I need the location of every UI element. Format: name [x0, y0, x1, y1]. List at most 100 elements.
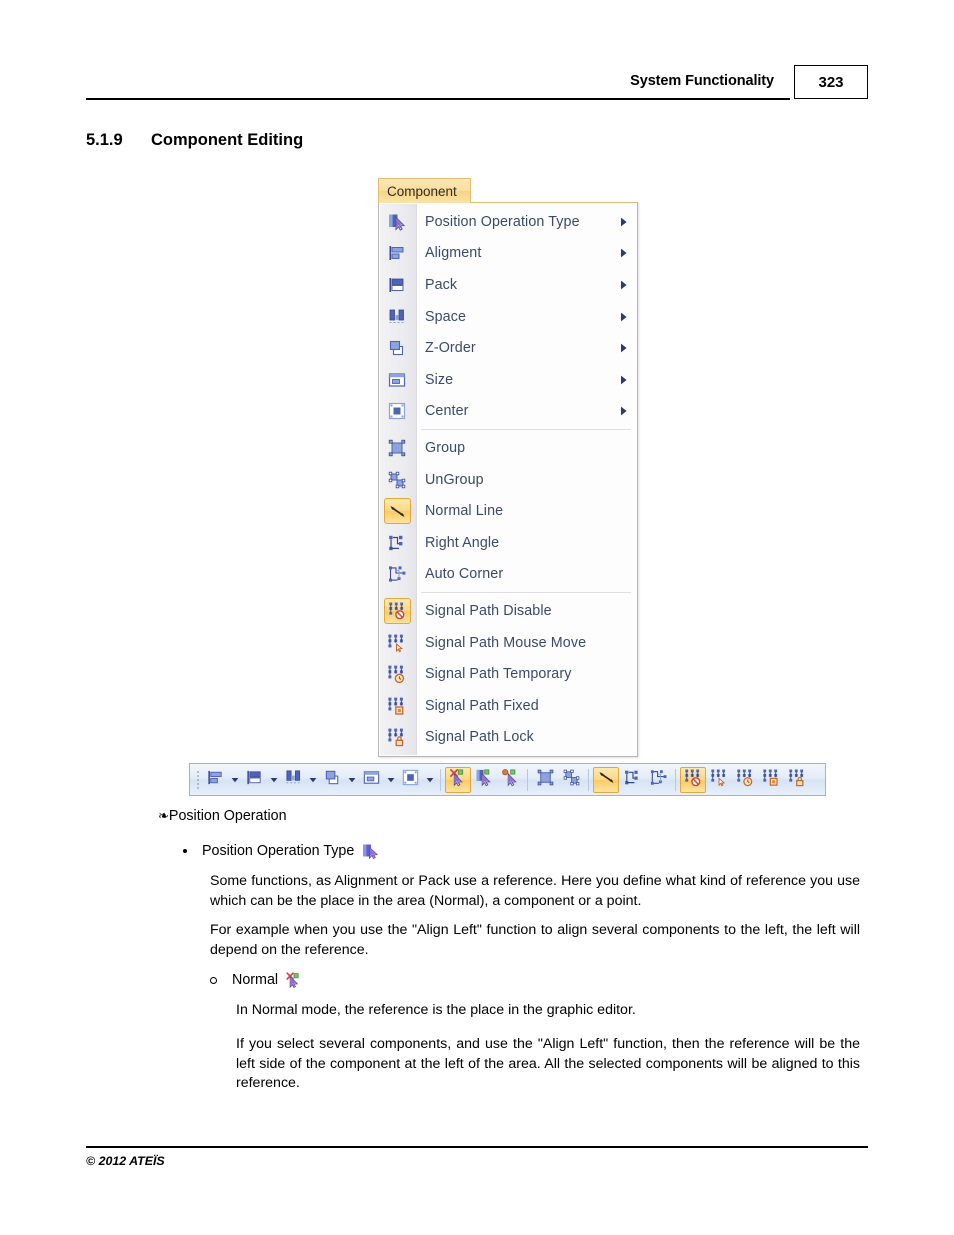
- toolbar-dropdown-arrow-icon[interactable]: [306, 767, 319, 793]
- page-number-box: 323: [794, 65, 868, 99]
- toolbar-button-position-component[interactable]: [471, 767, 497, 793]
- menu-item-label: Position Operation Type: [425, 213, 580, 230]
- auto-corner-icon: [379, 559, 415, 591]
- menu-item-group[interactable]: Group: [379, 432, 637, 464]
- section-heading: 5.1.9 Component Editing: [86, 131, 303, 150]
- menu-item-label: Space: [425, 308, 467, 325]
- submenu-arrow-icon: [611, 280, 637, 290]
- footer-divider: [86, 1146, 868, 1148]
- toolbar-button-normal-line[interactable]: [593, 766, 619, 793]
- component-menu-tab[interactable]: Component: [378, 178, 471, 203]
- component-menu-figure: Component Position Operation Type Aligmen…: [378, 178, 638, 758]
- toolbar-button-signal-path-mouse-move[interactable]: [706, 767, 732, 793]
- menu-item-auto-corner[interactable]: Auto Corner: [379, 559, 637, 591]
- menu-item-list: Position Operation Type Aligment Pack Space…: [379, 203, 637, 753]
- menu-item-label: Signal Path Disable: [425, 602, 552, 619]
- z-order-icon: [379, 332, 415, 364]
- menu-item-position-operation-type[interactable]: Position Operation Type: [379, 206, 637, 238]
- toolbar-button-pack[interactable]: [241, 767, 267, 793]
- toolbar-button-position-point[interactable]: [497, 767, 523, 793]
- submenu-arrow-icon: [611, 217, 637, 227]
- signal-path-lock-icon: [788, 768, 807, 792]
- submenu-arrow-icon: [611, 375, 637, 385]
- size-icon: [379, 364, 415, 396]
- circle-bullet-icon: [210, 976, 217, 984]
- toolbar-button-ungroup[interactable]: [558, 767, 584, 793]
- position-point-icon: [501, 768, 520, 792]
- bullet-position-operation: ❧Position Operation: [158, 808, 287, 824]
- bullet-position-operation-type-label: Position Operation Type: [202, 843, 355, 859]
- menu-item-normal-line[interactable]: Normal Line: [379, 495, 637, 527]
- menu-item-ungroup[interactable]: UnGroup: [379, 464, 637, 496]
- toolbar-separator: [675, 768, 676, 791]
- menu-item-right-angle[interactable]: Right Angle: [379, 527, 637, 559]
- menu-item-signal-path-mouse-move[interactable]: Signal Path Mouse Move: [379, 627, 637, 659]
- menu-item-pack[interactable]: Pack: [379, 269, 637, 301]
- header-divider: [86, 98, 790, 100]
- signal-path-temporary-icon: [379, 658, 415, 690]
- menu-item-label: Normal Line: [425, 503, 504, 520]
- position-normal-icon: [449, 768, 468, 792]
- toolbar-button-space[interactable]: [280, 767, 306, 793]
- center-icon: [401, 768, 420, 792]
- menu-item-signal-path-temporary[interactable]: Signal Path Temporary: [379, 658, 637, 690]
- toolbar-button-z-order[interactable]: [319, 767, 345, 793]
- menu-item-size[interactable]: Size: [379, 364, 637, 396]
- selected-icon-frame: [383, 498, 411, 525]
- menu-item-label: Right Angle: [425, 534, 500, 551]
- normal-line-icon: [379, 495, 415, 527]
- toolbar-dropdown-arrow-icon[interactable]: [384, 767, 397, 793]
- paragraph-normal-mode: In Normal mode, the reference is the pla…: [236, 1002, 636, 1018]
- toolbar-button-center[interactable]: [397, 767, 423, 793]
- menu-item-label: UnGroup: [425, 471, 484, 488]
- menu-item-signal-path-fixed[interactable]: Signal Path Fixed: [379, 690, 637, 722]
- menu-item-signal-path-lock[interactable]: Signal Path Lock: [379, 722, 637, 754]
- toolbar-grip[interactable]: [193, 769, 202, 791]
- component-menu-panel: Position Operation Type Aligment Pack Space…: [378, 202, 638, 758]
- toolbar-button-signal-path-fixed[interactable]: [758, 767, 784, 793]
- menu-item-aligment[interactable]: Aligment: [379, 238, 637, 270]
- selected-icon-frame: [383, 597, 411, 624]
- menu-item-signal-path-disable[interactable]: Signal Path Disable: [379, 595, 637, 627]
- component-menu-tab-label: Component: [387, 183, 457, 199]
- menu-item-center[interactable]: Center: [379, 396, 637, 428]
- signal-path-mouse-move-icon: [710, 768, 729, 792]
- signal-path-disable-icon: [684, 768, 703, 792]
- submenu-arrow-icon: [611, 312, 637, 322]
- menu-item-z-order[interactable]: Z-Order: [379, 332, 637, 364]
- toolbar-button-signal-path-disable[interactable]: [680, 766, 706, 793]
- toolbar-dropdown-arrow-icon[interactable]: [345, 767, 358, 793]
- group-icon: [379, 432, 415, 464]
- toolbar-dropdown-arrow-icon[interactable]: [423, 767, 436, 793]
- paragraph-example: For example when you use the "Align Left…: [210, 922, 860, 958]
- toolbar-button-signal-path-temporary[interactable]: [732, 767, 758, 793]
- component-toolbar: [189, 763, 826, 796]
- ungroup-icon: [562, 768, 581, 792]
- menu-separator: [421, 592, 631, 594]
- toolbar-dropdown-arrow-icon[interactable]: [267, 767, 280, 793]
- toolbar-button-position-normal[interactable]: [445, 766, 471, 793]
- toolbar-button-right-angle[interactable]: [619, 767, 645, 793]
- toolbar-button-size[interactable]: [358, 767, 384, 793]
- z-order-icon: [323, 768, 342, 792]
- toolbar-button-alignment[interactable]: [202, 767, 228, 793]
- page-number: 323: [818, 73, 844, 91]
- page-header: System Functionality 323: [86, 62, 868, 104]
- bullet-normal: Normal: [210, 971, 303, 989]
- toolbar-button-auto-corner[interactable]: [645, 767, 671, 793]
- position-operation-type-icon: [361, 842, 379, 860]
- toolbar-button-group[interactable]: [532, 767, 558, 793]
- group-icon: [536, 768, 555, 792]
- center-icon: [379, 396, 415, 428]
- right-angle-icon: [623, 768, 642, 792]
- pack-icon: [245, 768, 264, 792]
- menu-item-space[interactable]: Space: [379, 301, 637, 333]
- menu-item-label: Pack: [425, 276, 458, 293]
- signal-path-disable-icon: [379, 595, 415, 627]
- submenu-arrow-icon: [611, 343, 637, 353]
- toolbar-dropdown-arrow-icon[interactable]: [228, 767, 241, 793]
- alignment-icon: [206, 768, 225, 792]
- toolbar-button-signal-path-lock[interactable]: [784, 767, 810, 793]
- paragraph-select-several: If you select several components, and us…: [236, 1036, 860, 1092]
- signal-path-fixed-icon: [762, 768, 781, 792]
